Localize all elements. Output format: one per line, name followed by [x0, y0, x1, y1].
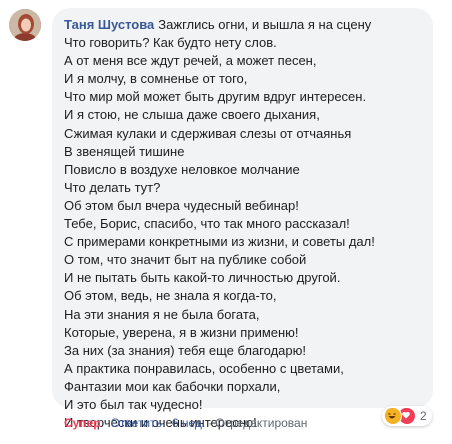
avatar[interactable]: [9, 9, 41, 41]
edited-label[interactable]: Отредактирован: [215, 416, 307, 430]
comment-line: Повисло в воздухе неловкое молчание: [64, 161, 300, 177]
comment-line: Которые, уверена, я в жизни применю!: [64, 324, 299, 340]
author-name-link[interactable]: Таня Шустова: [64, 17, 154, 32]
comment-text: Таня Шустова Зажглись огни, и вышла я на …: [64, 16, 421, 432]
comment-line: А практика понравилась, особенно с цвета…: [64, 360, 344, 376]
comment-actions: Супер · Ответить · 6 нед. · Отредактирован: [64, 416, 307, 430]
reactions-summary[interactable]: 2: [382, 406, 432, 426]
comment-line: И не пытать быть какой-то личностью друг…: [64, 270, 341, 286]
comment-line: Тебе, Борис, спасибо, что так много расс…: [64, 216, 350, 232]
comment-line: Об этом был вчера чудесный вебинар!: [64, 197, 299, 213]
comment-line: Что делать тут?: [64, 179, 161, 195]
comment-line: Сжимая кулаки и сдерживая слезы от отчая…: [64, 125, 352, 141]
reaction-count: 2: [420, 409, 427, 423]
comment-line: Что говорить? Как будто нету слов.: [64, 35, 277, 51]
haha-icon: [384, 407, 402, 425]
comment-line: Что мир мой может быть другим вдруг инте…: [64, 89, 367, 105]
comment-line: В звенящей тишине: [64, 143, 185, 159]
separator: ·: [208, 416, 213, 430]
comment-line: О том, что значит быт на публике собой: [64, 252, 307, 268]
comment-line: Зажглись огни, и вышла я на сцену: [158, 17, 372, 32]
separator: ·: [103, 416, 108, 430]
comment-bubble: Таня Шустова Зажглись огни, и вышла я на …: [52, 8, 433, 430]
comment-first-line: Таня Шустова Зажглись огни, и вышла я на …: [64, 16, 421, 34]
comment-line: И я стою, не слыша даже своего дыхания,: [64, 107, 320, 123]
comment-line: И я молчу, в сомненье от того,: [64, 71, 248, 87]
timestamp-link[interactable]: 6 нед.: [172, 416, 205, 430]
comment-line: На эти знания я не была богата,: [64, 306, 260, 322]
comment-line: А от меня все ждут речей, а может песен,: [64, 53, 317, 69]
reply-button[interactable]: Ответить: [111, 416, 162, 430]
comment-line: За них (за знания) тебя еще благодарю!: [64, 342, 306, 358]
comment-line: С примерами конкретными из жизни, и сове…: [64, 234, 375, 250]
comment-line: И это был так чудесно!: [64, 396, 203, 412]
like-button[interactable]: Супер: [64, 416, 101, 430]
comment-line: Фантазии мои как бабочки порхали,: [64, 378, 281, 394]
comment-line: Об этом, ведь, не знала я когда-то,: [64, 288, 277, 304]
separator: ·: [164, 416, 169, 430]
